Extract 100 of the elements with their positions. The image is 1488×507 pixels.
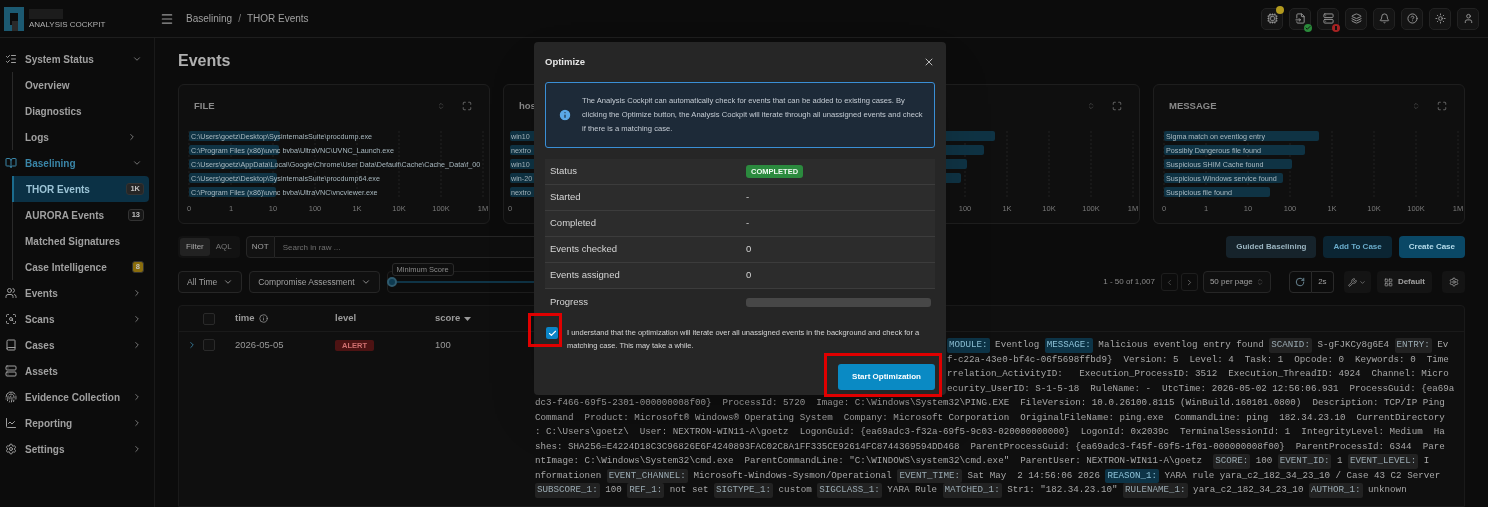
mode-tab[interactable]: AQL [209, 238, 238, 256]
start-optimization-button[interactable]: Start Optimization [838, 364, 935, 390]
sidebar-item[interactable]: Evidence Collection [0, 384, 154, 410]
grid-icon [1383, 277, 1393, 287]
column-header[interactable]: time [235, 311, 268, 326]
log-key: SUBSCORE_1: [535, 483, 600, 498]
line-chart-icon [5, 417, 17, 429]
sidebar-item[interactable]: Cases [0, 332, 154, 358]
log-text: : C:\Users\goetz\ User: NEXTRON-WIN11-A\goetz LogonGuid: {ea69adc3-f32a-69f5-9c03-020000000000} LogonId: 0x2039c TerminalSessionId: 1 IntegrityLevel: Medium Ha [535, 425, 1445, 439]
log-text: Eventlog [994, 338, 1041, 352]
settings-button[interactable] [1442, 271, 1465, 293]
checkbox[interactable] [203, 339, 215, 352]
sort-caret-icon [464, 316, 472, 321]
action-button[interactable]: Create Case [1398, 236, 1465, 258]
refresh-button[interactable] [1288, 271, 1312, 293]
menu-icon[interactable] [160, 11, 174, 26]
sidebar-item[interactable]: System Status [0, 46, 154, 72]
check-icon [547, 328, 557, 338]
sidebar-item[interactable]: Reporting [0, 410, 154, 436]
column-header[interactable]: level [335, 311, 357, 326]
book-icon [5, 157, 17, 169]
mode-tab[interactable]: Filter [180, 238, 210, 256]
log-text: not set [668, 483, 710, 497]
toolbar-button[interactable] [1401, 7, 1423, 30]
sun-icon [1434, 13, 1446, 24]
logo-icon [4, 6, 24, 31]
sidebar-item[interactable]: Logs [13, 124, 149, 150]
chevron-right-icon[interactable] [187, 340, 197, 351]
interval-button[interactable]: 2s [1311, 271, 1334, 293]
expand-icon[interactable] [462, 101, 472, 111]
log-text: unknown [1367, 483, 1407, 497]
column-header[interactable]: score [435, 311, 472, 326]
card-title: FILE [194, 98, 215, 113]
toolbar-button[interactable] [1457, 7, 1479, 30]
import-icon [1294, 13, 1306, 24]
log-key: EVENT_TIME: [897, 468, 963, 483]
dialog-title: Optimize [545, 54, 586, 69]
toolbar-button[interactable] [1317, 7, 1339, 30]
view-button[interactable]: Default [1376, 271, 1432, 293]
page-size-select[interactable]: 50 per page [1202, 271, 1271, 293]
refresh-icon [1295, 277, 1306, 287]
toolbar-button[interactable] [1429, 7, 1451, 30]
sidebar-item[interactable]: Overview [13, 72, 149, 98]
not-toggle[interactable]: NOT [245, 236, 275, 258]
action-button[interactable]: Guided Baselining [1226, 236, 1317, 258]
settings-icon [5, 443, 17, 455]
sidebar-item[interactable]: Matched Signatures [13, 228, 149, 254]
sidebar-item[interactable]: Scans [0, 306, 154, 332]
sidebar-item[interactable]: Events [0, 280, 154, 306]
tools-button[interactable] [1343, 271, 1371, 293]
log-text: 1 [1335, 454, 1344, 468]
log-key: MODULE: [947, 338, 990, 353]
field-label: Events checked [550, 242, 619, 257]
scan-icon [5, 313, 17, 325]
field-value: - [746, 190, 750, 205]
sidebar-item[interactable]: Diagnostics [13, 98, 149, 124]
page-title: Events [178, 52, 231, 70]
log-key: EVENT_CHANNEL: [606, 468, 688, 483]
breadcrumb-link[interactable]: THOR Events [246, 11, 309, 26]
log-key: SIGTYPE_1: [713, 483, 774, 498]
log-text: ntImage: C:\Windows\System32\cmd.exe ParentCommandLine: "C:\WINDOWS\system32\cmd.exe" ParentUser: NEXTRON-WIN11-A\goetz [535, 454, 1204, 468]
breadcrumb-separator: / [238, 12, 241, 26]
log-text: dc3-f466-69f5-2301-000000008f00} ProcessId: 5720 Image: C:\Windows\System32\PING.EXE FileVersion: 10.0.26100.8115 (WinBuild.160101.0800) Description: TCP/IP Ping [535, 396, 1445, 410]
checkbox[interactable] [546, 327, 558, 339]
log-key: SCANID: [1269, 338, 1312, 353]
assessment-select[interactable]: Compromise Assessment [249, 271, 380, 293]
log-key: RULENAME_1: [1122, 483, 1188, 498]
log-key: SIGCLASS_1: [817, 483, 882, 498]
chip-icon [1266, 13, 1278, 24]
field-label: Events assigned [550, 268, 621, 283]
toolbar-button[interactable] [1289, 7, 1311, 30]
chevron-down-icon [360, 277, 371, 287]
chevron-right-icon [132, 288, 142, 298]
log-text: S-gFJKCy8g6E4 [1316, 338, 1391, 352]
close-icon[interactable] [923, 56, 935, 68]
field-value: 0 [746, 268, 752, 283]
help-icon [1406, 13, 1418, 24]
log-text: custom [777, 483, 813, 497]
slider-thumb[interactable] [386, 277, 397, 287]
toolbar-button[interactable] [1345, 7, 1367, 30]
chevron-down-icon [132, 158, 142, 168]
expand-icon[interactable] [1437, 101, 1447, 111]
toolbar-button[interactable] [1373, 7, 1395, 30]
bell-icon [1378, 13, 1390, 24]
time-range-select[interactable]: All Time [178, 271, 243, 293]
action-button[interactable]: Add To Case [1323, 236, 1392, 258]
user-icon [1462, 13, 1474, 24]
breadcrumb-link[interactable]: Baselining [186, 11, 233, 26]
expand-icon[interactable] [1112, 101, 1122, 111]
layers-icon [1350, 13, 1362, 24]
toolbar-button[interactable] [1261, 7, 1283, 30]
checkbox[interactable] [203, 312, 215, 325]
field-value: 0 [746, 242, 752, 257]
field-label: Completed [550, 216, 597, 231]
sidebar-item[interactable]: Assets [0, 358, 154, 384]
log-text: rrelation_ActivityID: Execution_ProcessID: 3512 Execution_ThreadID: 4924 Channel: Micro [947, 367, 1449, 381]
log-text: Command Product: Microsoft® Windows® Operating System Company: Microsoft Corporation OriginalFileName: ping.exe CommandLine: ping 182.34.23.10 CurrentDirectory [535, 410, 1445, 425]
sidebar-item[interactable]: Settings [0, 436, 154, 462]
log-text: YARA rule yara_c2_182_34_23_10 / Case 43 C2 Server [1163, 468, 1441, 483]
sidebar-item[interactable]: Baselining [0, 150, 154, 176]
